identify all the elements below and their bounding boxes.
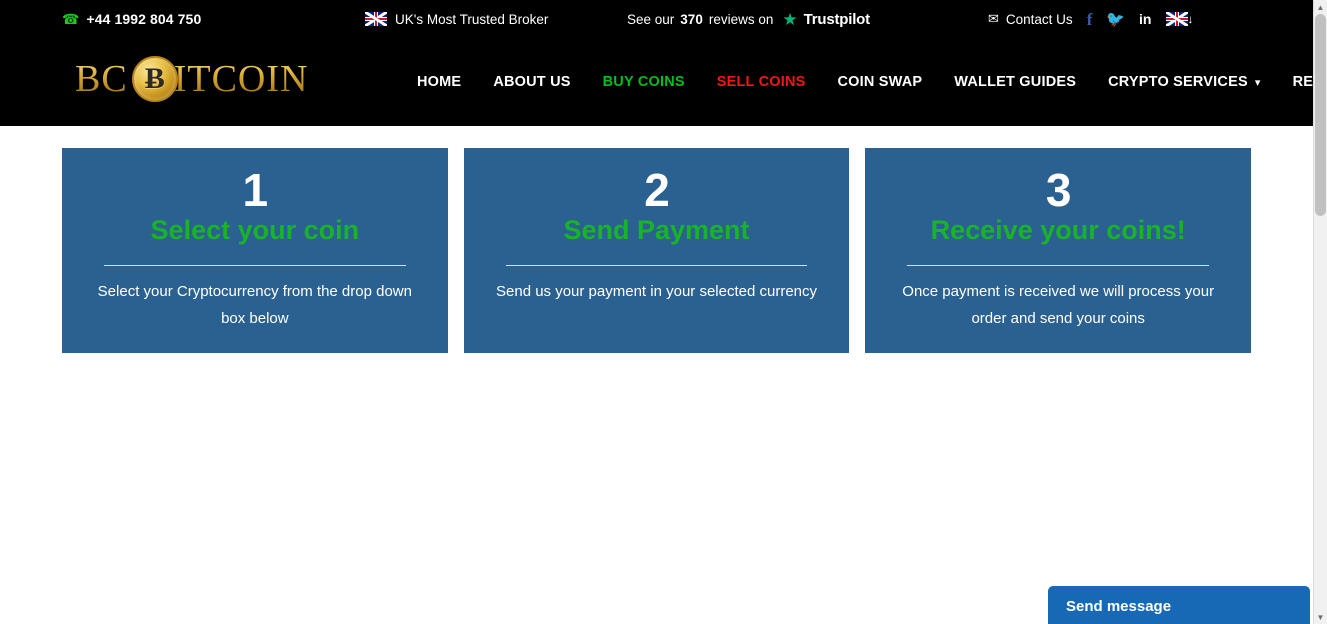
- step-number: 3: [1045, 164, 1072, 216]
- contact-us-link[interactable]: ✉ Contact Us: [988, 11, 1073, 27]
- uk-flag-icon: [365, 12, 387, 26]
- nav-item-buy-coins[interactable]: BUY COINS: [587, 74, 701, 90]
- page-scrollbar[interactable]: ▲ ▼: [1313, 0, 1327, 624]
- step-description: Once payment is received we will process…: [902, 283, 1215, 327]
- envelope-icon: ✉: [988, 11, 999, 26]
- twitter-icon[interactable]: 🐦: [1106, 12, 1125, 27]
- page-root: ☎ +44 1992 804 750 UK's Most Trusted Bro…: [0, 0, 1313, 624]
- scroll-up-arrow-icon[interactable]: ▲: [1314, 0, 1327, 14]
- divider: [907, 265, 1210, 267]
- nav-item-home[interactable]: HOME: [417, 74, 477, 90]
- nav-item-crypto-services[interactable]: CRYPTO SERVICES ▾: [1092, 74, 1276, 90]
- phone-icon: ☎: [62, 10, 80, 27]
- divider: [104, 265, 406, 267]
- step-number: 1: [242, 164, 269, 216]
- step-number: 2: [644, 164, 670, 216]
- top-utility-bar: ☎ +44 1992 804 750 UK's Most Trusted Bro…: [0, 0, 1313, 38]
- step-description: Select your Cryptocurrency from the drop…: [97, 283, 412, 327]
- uk-flag-icon: [1165, 12, 1188, 26]
- nav-label: WALLET GUIDES: [954, 74, 1077, 90]
- nav-item-register[interactable]: REGISTER ▾: [1277, 74, 1313, 90]
- step-description: Send us your payment in your selected cu…: [496, 283, 817, 301]
- step-title: Select your coin: [150, 214, 360, 245]
- main-navigation-bar: BC Ƀ ITCOIN HOME ABOUT US BUY COINS SELL…: [0, 38, 1313, 126]
- top-right-links: ✉ Contact Us f 🐦 in ↓: [988, 11, 1194, 28]
- nav-item-coin-swap[interactable]: COIN SWAP: [822, 74, 939, 90]
- step-title: Receive your coins!: [930, 214, 1186, 245]
- step-title: Send Payment: [563, 214, 750, 245]
- trustpilot-link[interactable]: See our 370 reviews on ★ Trustpilot: [627, 11, 870, 28]
- divider: [505, 265, 808, 267]
- contact-us-label: Contact Us: [1005, 11, 1073, 27]
- step-card-2: 2 Send Payment Send us your payment in y…: [463, 148, 850, 353]
- reviews-count: 370: [680, 11, 703, 27]
- chat-widget-label: Send message: [1066, 598, 1172, 615]
- nav-item-about-us[interactable]: ABOUT US: [477, 74, 586, 90]
- language-selector[interactable]: ↓: [1165, 12, 1194, 26]
- how-it-works-steps: 1 Select your coin Select your Cryptocur…: [0, 126, 1313, 353]
- logo-suffix: ITCOIN: [173, 58, 309, 100]
- nav-label: COIN SWAP: [837, 74, 923, 90]
- trusted-broker-badge: UK's Most Trusted Broker: [365, 12, 548, 27]
- trusted-broker-text: UK's Most Trusted Broker: [395, 11, 549, 27]
- facebook-icon[interactable]: f: [1087, 11, 1093, 28]
- nav-label: BUY COINS: [602, 74, 685, 90]
- nav-item-sell-coins[interactable]: SELL COINS: [701, 74, 822, 90]
- scrollbar-thumb[interactable]: [1315, 14, 1326, 216]
- nav-label: HOME: [417, 74, 462, 90]
- nav-label: ABOUT US: [493, 74, 571, 90]
- reviews-prefix: See our: [627, 11, 675, 27]
- step-card-1: 1 Select your coin Select your Cryptocur…: [62, 148, 448, 353]
- nav-label: CRYPTO SERVICES: [1108, 74, 1248, 90]
- site-logo[interactable]: BC Ƀ ITCOIN: [75, 56, 308, 102]
- reviews-suffix: reviews on: [708, 11, 774, 27]
- nav-item-wallet-guides[interactable]: WALLET GUIDES: [938, 74, 1092, 90]
- step-card-3: 3 Receive your coins! Once payment is re…: [865, 148, 1252, 353]
- nav-menu: HOME ABOUT US BUY COINS SELL COINS COIN …: [417, 74, 1313, 90]
- phone-number: +44 1992 804 750: [86, 11, 202, 27]
- linkedin-icon[interactable]: in: [1139, 12, 1151, 26]
- scroll-down-arrow-icon[interactable]: ▼: [1314, 610, 1327, 624]
- logo-prefix: BC: [75, 58, 128, 100]
- star-icon: ★: [782, 9, 798, 29]
- chevron-down-icon: ↓: [1187, 12, 1194, 26]
- nav-label: REGISTER: [1292, 74, 1313, 90]
- bitcoin-symbol: Ƀ: [144, 62, 165, 95]
- bitcoin-coin-icon: Ƀ: [131, 56, 178, 102]
- trustpilot-name: Trustpilot: [803, 10, 871, 28]
- chevron-down-icon: ▾: [1254, 76, 1261, 89]
- chat-widget-send-message[interactable]: Send message: [1048, 586, 1310, 624]
- nav-label: SELL COINS: [716, 74, 806, 90]
- phone-link[interactable]: ☎ +44 1992 804 750: [62, 11, 201, 28]
